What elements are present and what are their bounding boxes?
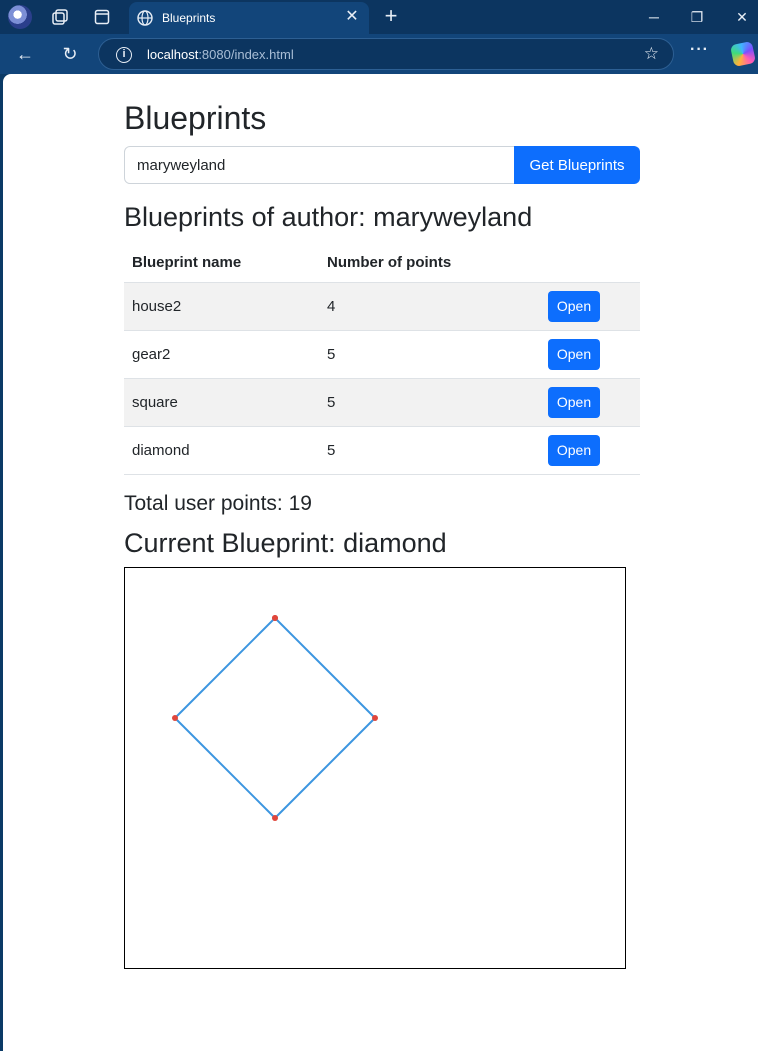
- close-icon[interactable]: ✕: [343, 8, 361, 26]
- blueprint-segment: [174, 617, 276, 719]
- table-row: house2 4 Open: [124, 282, 640, 331]
- blueprint-name-cell: diamond: [124, 426, 319, 475]
- table-header-row: Blueprint name Number of points: [124, 244, 640, 283]
- get-blueprints-button[interactable]: Get Blueprints: [514, 146, 640, 184]
- minimize-icon[interactable]: ─: [643, 6, 665, 28]
- open-button[interactable]: Open: [548, 434, 600, 466]
- points-cell: 4: [319, 282, 540, 331]
- address-bar[interactable]: i localhost:8080/index.html ☆: [98, 38, 674, 70]
- active-tab[interactable]: Blueprints ✕: [129, 2, 369, 34]
- blueprint-name-cell: square: [124, 378, 319, 427]
- current-blueprint-heading: Current Blueprint: diamond: [124, 528, 447, 558]
- author-input[interactable]: [124, 146, 515, 184]
- blueprint-canvas[interactable]: [124, 567, 626, 969]
- table-row: gear2 5 Open: [124, 330, 640, 379]
- blueprint-segment: [274, 617, 376, 719]
- page-viewport: Blueprints Get Blueprints Blueprints of …: [3, 74, 758, 1051]
- copilot-icon[interactable]: [729, 40, 757, 68]
- header-blueprint-name: Blueprint name: [124, 244, 319, 283]
- globe-icon: [136, 9, 154, 27]
- blueprint-point: [172, 715, 178, 721]
- author-search-group: Get Blueprints: [124, 146, 640, 184]
- refresh-icon[interactable]: ↻: [59, 43, 81, 65]
- blueprint-point: [272, 615, 278, 621]
- blueprint-segment: [174, 717, 276, 819]
- blueprint-point: [372, 715, 378, 721]
- open-button[interactable]: Open: [548, 386, 600, 418]
- blueprint-point: [272, 815, 278, 821]
- browser-tab-strip: Blueprints ✕ + ─ ❐ ✕: [0, 0, 758, 34]
- blueprint-name-cell: gear2: [124, 330, 319, 379]
- url-text: localhost:8080/index.html: [147, 47, 294, 62]
- blueprint-name-cell: house2: [124, 282, 319, 331]
- profile-icon[interactable]: [8, 5, 32, 29]
- header-number-of-points: Number of points: [319, 244, 540, 283]
- points-cell: 5: [319, 330, 540, 379]
- browser-toolbar: ← ↻ i localhost:8080/index.html ☆ ···: [0, 34, 758, 74]
- points-cell: 5: [319, 378, 540, 427]
- open-button[interactable]: Open: [548, 290, 600, 322]
- tab-title: Blueprints: [162, 11, 216, 25]
- blueprint-segment: [274, 717, 376, 819]
- total-user-points: Total user points: 19: [124, 492, 312, 515]
- author-heading: Blueprints of author: maryweyland: [124, 202, 533, 232]
- workspaces-icon[interactable]: [49, 6, 71, 28]
- info-icon[interactable]: i: [116, 47, 132, 63]
- header-action: [540, 244, 640, 283]
- blueprint-drawing: [172, 615, 378, 821]
- table-row: diamond 5 Open: [124, 426, 640, 475]
- favorite-star-icon[interactable]: ☆: [644, 44, 659, 64]
- table-row: square 5 Open: [124, 378, 640, 427]
- window-close-icon[interactable]: ✕: [731, 6, 753, 28]
- open-button[interactable]: Open: [548, 338, 600, 370]
- tab-actions-icon[interactable]: [91, 6, 113, 28]
- back-icon[interactable]: ←: [14, 43, 36, 65]
- new-tab-icon[interactable]: +: [380, 5, 402, 27]
- restore-icon[interactable]: ❐: [686, 6, 708, 28]
- more-icon[interactable]: ···: [690, 41, 709, 59]
- blueprints-table: Blueprint name Number of points house2 4…: [124, 244, 640, 475]
- points-cell: 5: [319, 426, 540, 475]
- page-title: Blueprints: [124, 100, 267, 136]
